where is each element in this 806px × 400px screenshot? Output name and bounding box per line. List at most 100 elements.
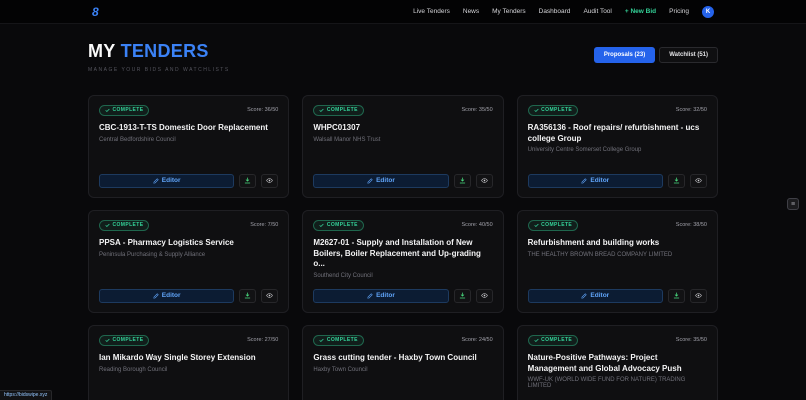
status-label: COMPLETE [541, 222, 573, 229]
download-icon [459, 292, 465, 299]
view-button[interactable] [261, 288, 279, 303]
status-badge: COMPLETE [313, 104, 364, 116]
status-label: COMPLETE [541, 107, 573, 114]
pencil-icon [153, 178, 159, 184]
card-header: COMPLETE Score: 27/50 [99, 334, 279, 346]
status-badge: COMPLETE [313, 334, 364, 346]
editor-button[interactable]: Editor [313, 288, 449, 303]
card-header: COMPLETE Score: 24/50 [313, 334, 493, 346]
tender-organisation: Walsall Manor NHS Trust [313, 136, 381, 143]
tender-title: Nature-Positive Pathways: Project Manage… [527, 352, 682, 373]
tender-title: RA356136 - Roof repairs/ refurbishment -… [527, 122, 700, 143]
tab-proposals[interactable]: Proposals (23) [593, 47, 656, 63]
main-content: MY TENDERS MANAGE YOUR BIDS AND WATCHLIS… [0, 24, 806, 400]
nav-my-tenders[interactable]: My Tenders [492, 8, 525, 15]
score-label: Score: 7/50 [250, 222, 279, 229]
editor-button[interactable]: Editor [313, 173, 449, 188]
editor-button-label: Editor [161, 177, 181, 185]
user-avatar[interactable]: K [702, 5, 714, 18]
editor-button-label: Editor [590, 292, 610, 300]
check-icon [319, 223, 324, 227]
side-widget-button[interactable]: ≡ [787, 198, 799, 210]
score-label: Score: 35/50 [461, 107, 493, 114]
tender-organisation: Peninsula Purchasing & Supply Alliance [99, 251, 206, 258]
status-label: COMPLETE [326, 107, 358, 114]
new-bid-link[interactable]: + New Bid [625, 8, 656, 15]
tender-title: Grass cutting tender - Haxby Town Counci… [313, 352, 477, 362]
status-label: COMPLETE [541, 337, 573, 344]
menu-lines-icon: ≡ [790, 200, 796, 208]
view-button[interactable] [475, 173, 493, 188]
nav-news[interactable]: News [463, 8, 479, 15]
status-label: COMPLETE [326, 222, 358, 229]
check-icon [534, 338, 539, 342]
editor-button[interactable]: Editor [527, 173, 663, 188]
top-navigation-bar: 8 Live Tenders News My Tenders Dashboard… [0, 0, 806, 24]
download-icon [245, 292, 251, 299]
tender-title: WHPC01307 [313, 122, 361, 132]
view-button[interactable] [475, 288, 493, 303]
status-label: COMPLETE [112, 107, 144, 114]
editor-button-label: Editor [376, 177, 395, 185]
tender-title: CBC-1913-T-TS Domestic Door Replacement [99, 122, 268, 132]
tender-card: COMPLETE Score: 40/50 M2627-01 - Supply … [302, 209, 504, 313]
pencil-icon [581, 178, 587, 184]
app-logo[interactable]: 8 [92, 6, 99, 18]
editor-button[interactable]: Editor [527, 288, 663, 303]
download-button[interactable] [667, 173, 685, 188]
tender-organisation: Southend City Council [313, 273, 373, 280]
nav-dashboard[interactable]: Dashboard [539, 8, 571, 15]
pencil-icon [367, 293, 373, 299]
download-icon [245, 177, 251, 184]
card-actions: Editor [313, 288, 493, 303]
tender-title: Ian Mikardo Way Single Storey Extension [99, 352, 256, 362]
page-title-prefix: MY [88, 41, 121, 61]
view-button[interactable] [689, 173, 707, 188]
score-label: Score: 27/50 [247, 337, 279, 344]
check-icon [105, 223, 110, 227]
tender-organisation: THE HEALTHY BROWN BREAD COMPANY LIMITED [527, 251, 673, 258]
check-icon [105, 108, 110, 112]
download-button[interactable] [453, 173, 471, 188]
card-header: COMPLETE Score: 38/50 [527, 219, 707, 231]
tender-organisation: University Centre Somerset College Group [527, 147, 642, 154]
download-button[interactable] [667, 288, 685, 303]
view-tabs: Proposals (23) Watchlist (51) [593, 47, 718, 63]
download-button[interactable] [239, 288, 257, 303]
score-label: Score: 24/50 [461, 337, 493, 344]
tender-card: COMPLETE Score: 32/50 RA356136 - Roof re… [516, 94, 718, 198]
view-button[interactable] [689, 288, 707, 303]
tender-card: COMPLETE Score: 24/50 Grass cutting tend… [302, 324, 504, 400]
nav-audit-tool[interactable]: Audit Tool [583, 8, 611, 15]
editor-button[interactable]: Editor [99, 288, 235, 303]
editor-button-label: Editor [161, 292, 181, 300]
score-label: Score: 32/50 [675, 107, 707, 114]
score-label: Score: 36/50 [247, 107, 279, 114]
tab-watchlist[interactable]: Watchlist (51) [659, 47, 718, 63]
editor-button[interactable]: Editor [99, 173, 235, 188]
download-button[interactable] [239, 173, 257, 188]
tender-card: COMPLETE Score: 36/50 CBC-1913-T-TS Dome… [88, 94, 290, 198]
page-title-accent: TENDERS [120, 41, 209, 61]
status-badge: COMPLETE [99, 334, 150, 346]
download-icon [459, 177, 465, 184]
nav-pricing[interactable]: Pricing [669, 8, 689, 15]
card-actions: Editor [527, 288, 707, 303]
view-button[interactable] [261, 173, 279, 188]
pencil-icon [581, 293, 587, 299]
tender-organisation: WWF-UK (WORLD WIDE FUND FOR NATURE) TRAD… [527, 377, 686, 390]
tender-title: M2627-01 - Supply and Installation of Ne… [313, 237, 481, 269]
eye-icon [266, 293, 274, 298]
pencil-icon [153, 293, 159, 299]
editor-button-label: Editor [376, 292, 395, 300]
nav-links: Live Tenders News My Tenders Dashboard A… [413, 5, 714, 18]
score-label: Score: 35/50 [675, 337, 707, 344]
eye-icon [266, 178, 274, 183]
download-button[interactable] [453, 288, 471, 303]
check-icon [319, 108, 324, 112]
tender-card: COMPLETE Score: 7/50 PPSA - Pharmacy Log… [88, 209, 290, 313]
eye-icon [695, 293, 702, 298]
nav-live-tenders[interactable]: Live Tenders [413, 8, 450, 15]
tender-card: COMPLETE Score: 35/50 Nature-Positive Pa… [516, 324, 718, 400]
page-title: MY TENDERS [88, 41, 230, 62]
